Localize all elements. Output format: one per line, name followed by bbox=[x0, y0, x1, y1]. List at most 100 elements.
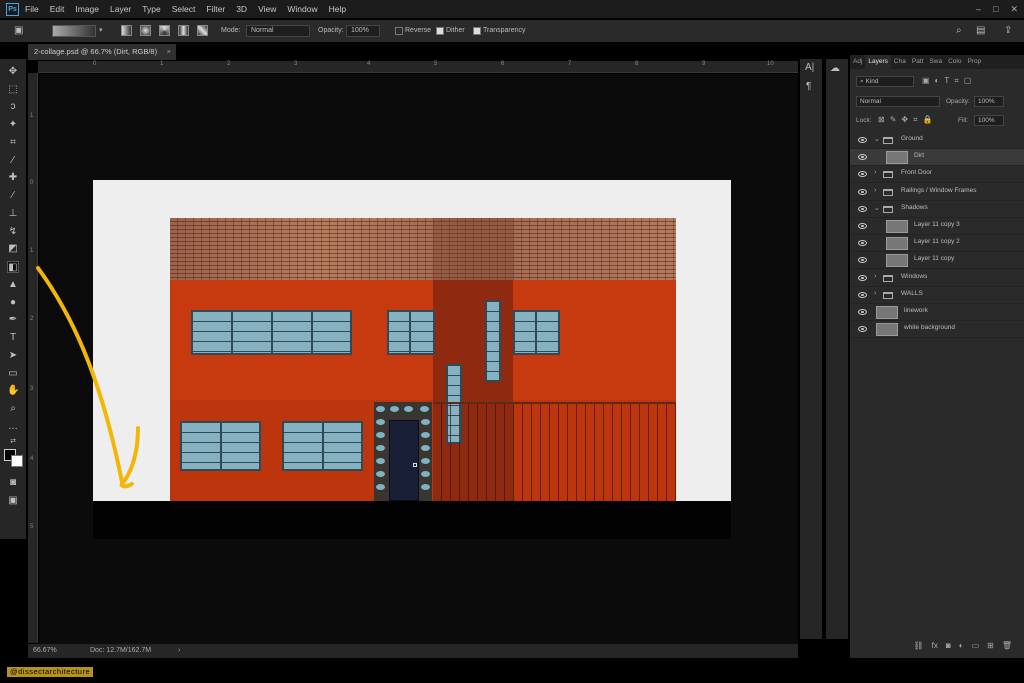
gradient-tool-icon[interactable]: ▣ bbox=[14, 25, 23, 36]
more-tools-icon[interactable]: … bbox=[7, 421, 19, 433]
history-brush-tool-icon[interactable]: ↯ bbox=[7, 226, 19, 238]
zoom-level[interactable]: 66.67% bbox=[33, 644, 57, 658]
chevron-down-icon[interactable]: ⌄ bbox=[874, 135, 880, 143]
lock-icons[interactable]: ⊠✎✥⌗🔒 bbox=[878, 115, 938, 125]
hand-tool-icon[interactable]: ✋ bbox=[7, 385, 19, 397]
eyedropper-tool-icon[interactable]: ⁄ bbox=[7, 155, 19, 167]
new-group-icon[interactable]: ▭ bbox=[972, 641, 980, 655]
visibility-eye-icon[interactable] bbox=[858, 240, 867, 247]
paragraph-icon[interactable]: ¶ bbox=[806, 81, 811, 92]
layer-row[interactable]: white background bbox=[850, 321, 1024, 339]
mode-select[interactable]: Normal bbox=[246, 25, 310, 37]
menu-window[interactable]: Window bbox=[287, 4, 317, 14]
transparency-checkbox[interactable] bbox=[473, 27, 481, 35]
visibility-eye-icon[interactable] bbox=[858, 257, 867, 264]
visibility-eye-icon[interactable] bbox=[858, 291, 867, 298]
layer-opacity-input[interactable]: 100% bbox=[974, 96, 1004, 107]
layer-filter-icons[interactable]: ▣◐T⌗▢ bbox=[922, 76, 976, 86]
adjustment-layer-icon[interactable]: ◐ bbox=[959, 641, 964, 655]
search-icon[interactable]: ⌕ bbox=[956, 25, 962, 36]
tab-swatches[interactable]: Swa bbox=[926, 55, 945, 69]
visibility-eye-icon[interactable] bbox=[858, 223, 867, 229]
visibility-eye-icon[interactable] bbox=[858, 154, 867, 161]
radial-gradient-icon[interactable] bbox=[140, 25, 151, 36]
layer-row[interactable]: Layer 11 copy bbox=[850, 252, 1024, 270]
visibility-eye-icon[interactable] bbox=[858, 137, 867, 143]
chevron-down-icon[interactable]: ▾ bbox=[99, 26, 103, 34]
layer-row[interactable]: Layer 11 copy 3 bbox=[850, 218, 1024, 235]
document-tab[interactable]: 2-collage.psd @ 66.7% (Dirt, RGB/8) × bbox=[28, 44, 176, 60]
angle-gradient-icon[interactable] bbox=[159, 25, 170, 36]
tab-channels[interactable]: Cha bbox=[891, 55, 909, 69]
layer-row[interactable]: › WALLS bbox=[850, 287, 1024, 304]
type-tool-icon[interactable]: T bbox=[7, 332, 19, 344]
blur-tool-icon[interactable]: ▲ bbox=[7, 279, 19, 291]
minimize-icon[interactable]: – bbox=[976, 4, 981, 15]
chevron-right-icon[interactable]: › bbox=[178, 644, 180, 658]
menu-select[interactable]: Select bbox=[172, 4, 196, 14]
brush-tool-icon[interactable]: ∕ bbox=[7, 190, 19, 202]
menu-3d[interactable]: 3D bbox=[236, 4, 247, 14]
visibility-eye-icon[interactable] bbox=[858, 326, 867, 333]
pen-tool-icon[interactable]: ✒ bbox=[7, 314, 19, 326]
layer-row[interactable]: Layer 11 copy 2 bbox=[850, 235, 1024, 253]
path-selection-tool-icon[interactable]: ➤ bbox=[7, 350, 19, 362]
reflected-gradient-icon[interactable] bbox=[178, 25, 189, 36]
dodge-tool-icon[interactable]: ● bbox=[7, 297, 19, 309]
marquee-tool-icon[interactable]: ⬚ bbox=[7, 84, 19, 96]
tab-properties[interactable]: Prop bbox=[964, 55, 984, 69]
reverse-checkbox[interactable] bbox=[395, 27, 403, 35]
menu-type[interactable]: Type bbox=[142, 4, 160, 14]
gradient-preview[interactable] bbox=[52, 25, 96, 37]
menu-layer[interactable]: Layer bbox=[110, 4, 131, 14]
chevron-right-icon[interactable]: › bbox=[874, 187, 876, 194]
lasso-tool-icon[interactable]: ↄ bbox=[7, 101, 19, 113]
menu-filter[interactable]: Filter bbox=[206, 4, 225, 14]
linear-gradient-icon[interactable] bbox=[121, 25, 132, 36]
layer-row[interactable]: linework bbox=[850, 304, 1024, 321]
kind-filter-select[interactable]: ⌕ Kind bbox=[856, 76, 914, 87]
eraser-tool-icon[interactable]: ◩ bbox=[7, 243, 19, 255]
layer-row[interactable]: ⌄ Shadows bbox=[850, 201, 1024, 218]
menu-edit[interactable]: Edit bbox=[50, 4, 65, 14]
opacity-input[interactable]: 100% bbox=[346, 25, 380, 37]
visibility-eye-icon[interactable] bbox=[858, 188, 867, 195]
blend-mode-select[interactable]: Normal bbox=[856, 96, 940, 107]
fill-input[interactable]: 100% bbox=[974, 115, 1004, 126]
visibility-eye-icon[interactable] bbox=[858, 171, 867, 178]
close-icon[interactable]: × bbox=[167, 44, 171, 60]
tab-adjustments[interactable]: Adj bbox=[850, 55, 865, 69]
screen-mode-icon[interactable]: ▣ bbox=[7, 495, 19, 507]
menu-image[interactable]: Image bbox=[75, 4, 99, 14]
gradient-tool-icon[interactable]: ◧ bbox=[7, 261, 19, 273]
zoom-tool-icon[interactable]: ⌕ bbox=[7, 403, 19, 415]
background-color-swatch[interactable] bbox=[11, 455, 23, 467]
maximize-icon[interactable]: □ bbox=[993, 4, 998, 15]
crop-tool-icon[interactable]: ⌗ bbox=[7, 137, 19, 149]
mask-icon[interactable]: ◙ bbox=[946, 641, 951, 655]
tab-color[interactable]: Colo bbox=[945, 55, 964, 69]
new-layer-icon[interactable]: ⊞ bbox=[987, 641, 994, 655]
fx-icon[interactable]: fx bbox=[932, 641, 938, 655]
tab-layers[interactable]: Layers bbox=[865, 55, 891, 69]
chevron-right-icon[interactable]: › bbox=[874, 169, 876, 176]
layer-row[interactable]: › Front Door bbox=[850, 166, 1024, 184]
visibility-eye-icon[interactable] bbox=[858, 274, 867, 281]
layer-row[interactable]: Dirt bbox=[850, 149, 1024, 167]
share-icon[interactable]: ⇪ bbox=[1004, 25, 1012, 36]
character-icon[interactable]: A| bbox=[805, 62, 814, 73]
visibility-eye-icon[interactable] bbox=[858, 309, 867, 315]
swap-colors-icon[interactable]: ⇄ bbox=[7, 436, 19, 448]
menu-view[interactable]: View bbox=[258, 4, 276, 14]
link-layers-icon[interactable]: ⛓ bbox=[914, 641, 924, 655]
chevron-down-icon[interactable]: ⌄ bbox=[874, 204, 880, 212]
layer-row[interactable]: ⌄ Ground bbox=[850, 132, 1024, 149]
chevron-right-icon[interactable]: › bbox=[874, 273, 876, 280]
trash-icon[interactable]: 🗑 bbox=[1002, 641, 1012, 655]
chevron-right-icon[interactable]: › bbox=[874, 290, 876, 297]
rectangle-tool-icon[interactable]: ▭ bbox=[7, 368, 19, 380]
clone-stamp-tool-icon[interactable]: ⊥ bbox=[7, 208, 19, 220]
magic-wand-tool-icon[interactable]: ✦ bbox=[7, 119, 19, 131]
visibility-eye-icon[interactable] bbox=[858, 205, 867, 212]
creative-cloud-icon[interactable]: ☁ bbox=[830, 63, 840, 74]
